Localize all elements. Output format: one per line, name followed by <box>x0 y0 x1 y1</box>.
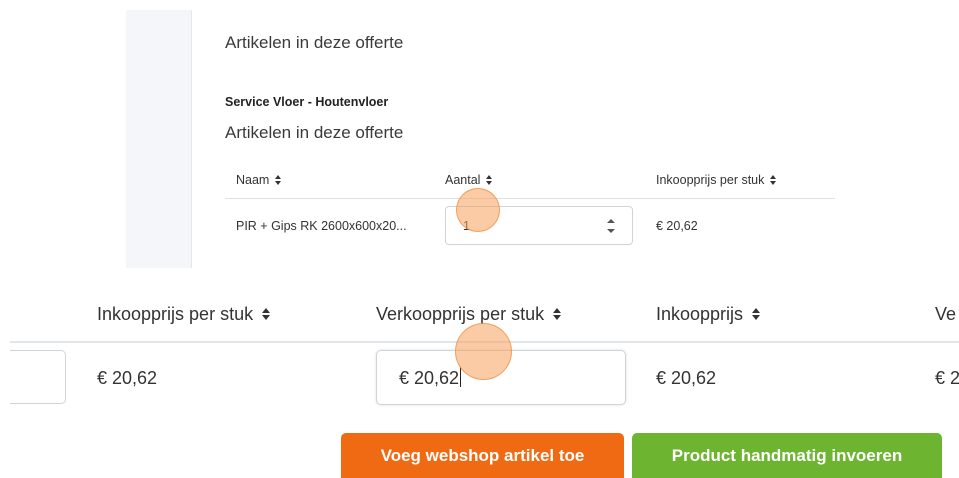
section-label: Service Vloer - Houtenvloer <box>225 95 389 109</box>
purchase-price-per-item: € 20,62 <box>656 219 698 233</box>
chevron-down-icon[interactable] <box>607 229 615 233</box>
column-header-partial: Ve <box>935 304 957 324</box>
section-heading: Artikelen in deze offerte <box>225 123 404 142</box>
add-webshop-article-button[interactable]: Voeg webshop artikel toe <box>341 433 624 478</box>
click-indicator <box>455 323 512 380</box>
page-heading: Artikelen in deze offerte <box>225 33 404 52</box>
click-indicator <box>456 188 500 232</box>
column-header-inkoopprijs-per-stuk[interactable]: Inkoopprijs per stuk <box>97 304 271 325</box>
sort-icon[interactable] <box>553 308 562 320</box>
quantity-field-partial[interactable] <box>10 350 66 404</box>
sidebar-strip <box>126 10 192 268</box>
sale-price-value: € 20,62 <box>399 368 460 388</box>
column-header-aantal[interactable]: Aantal <box>445 173 493 187</box>
column-header-inkoopprijs-per-stuk[interactable]: Inkoopprijs per stuk <box>656 173 777 187</box>
zoomed-price-panel: Inkoopprijs per stuk Verkoopprijs per st… <box>0 280 959 478</box>
sort-icon[interactable] <box>752 308 761 320</box>
article-name: PIR + Gips RK 2600x600x20... <box>236 219 407 233</box>
spinner-icon[interactable] <box>607 218 615 234</box>
sort-icon[interactable] <box>486 175 493 185</box>
column-header-inkoopprijs[interactable]: Inkoopprijs <box>656 304 761 325</box>
sort-icon[interactable] <box>275 175 282 185</box>
column-header-verkoopprijs-per-stuk[interactable]: Verkoopprijs per stuk <box>376 304 562 325</box>
column-header-naam[interactable]: Naam <box>236 173 282 187</box>
chevron-up-icon[interactable] <box>607 219 615 223</box>
sort-icon[interactable] <box>262 308 271 320</box>
quote-articles-panel: Artikelen in deze offerte Service Vloer … <box>0 0 959 270</box>
manual-product-entry-button[interactable]: Product handmatig invoeren <box>632 433 942 478</box>
purchase-price-total: € 20,62 <box>656 368 717 388</box>
partial-cell: € 2 <box>935 368 959 388</box>
sort-icon[interactable] <box>770 175 777 185</box>
purchase-price-per-item: € 20,62 <box>97 368 158 388</box>
table-divider <box>225 198 835 199</box>
